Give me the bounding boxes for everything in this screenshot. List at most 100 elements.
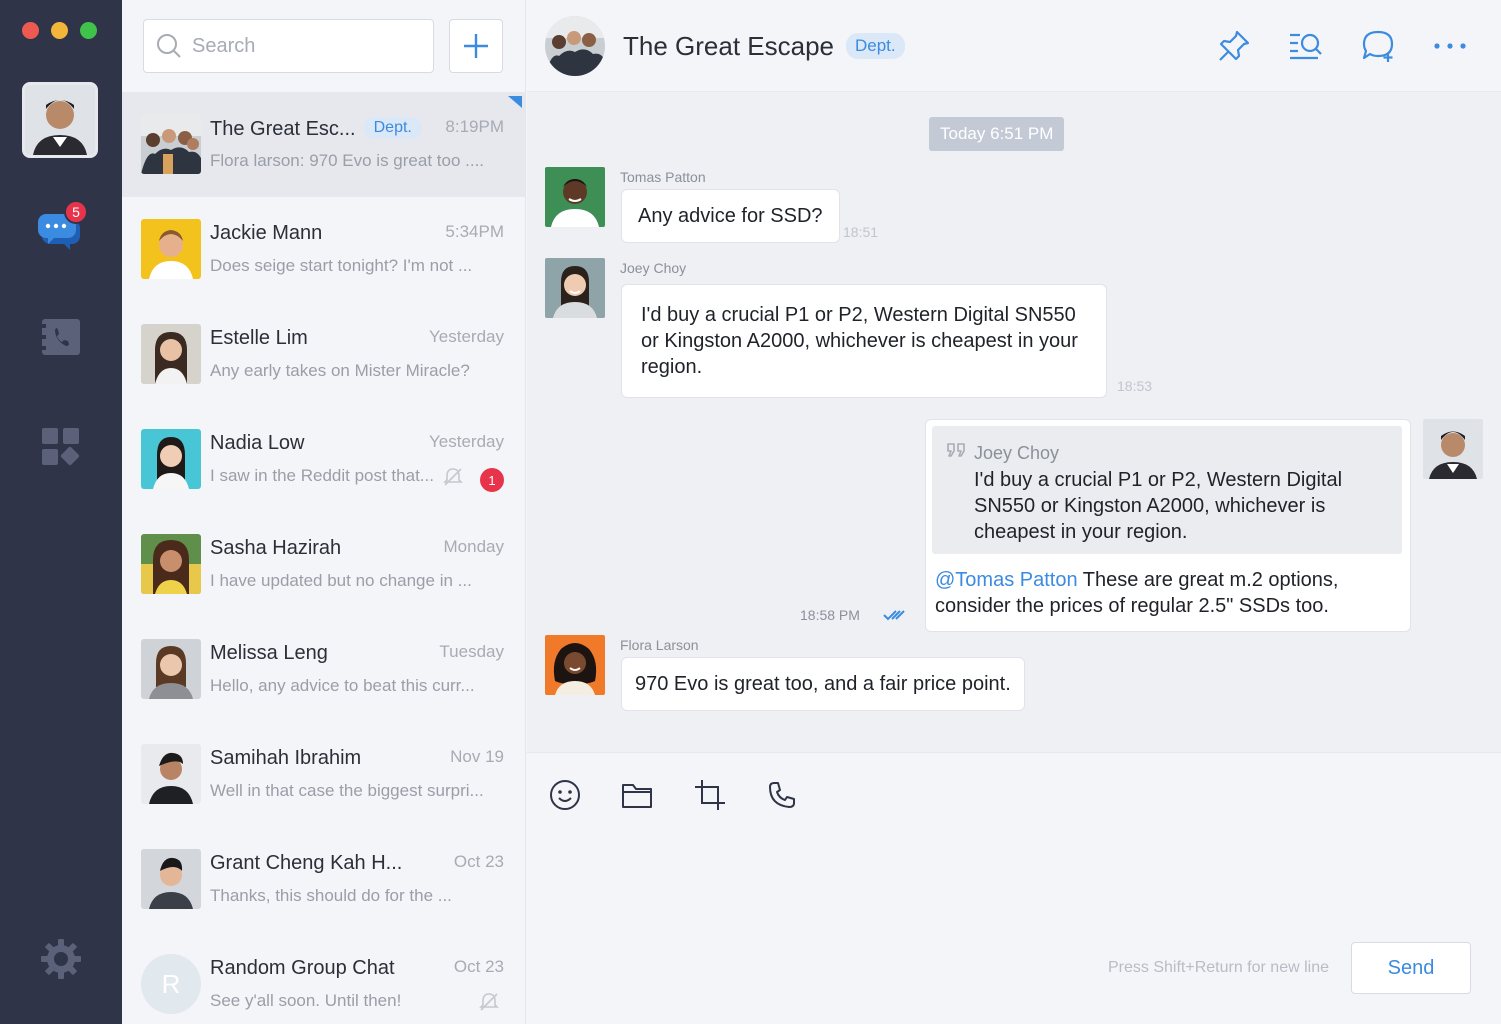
chat-preview: See y'all soon. Until then!: [210, 991, 402, 1010]
call-button[interactable]: [764, 777, 800, 813]
chat-list-item[interactable]: Melissa Leng Tuesday Hello, any advice t…: [122, 617, 525, 722]
search-box[interactable]: [143, 19, 434, 73]
add-comment-icon: [1362, 30, 1394, 62]
chat-list-item[interactable]: R Random Group Chat Oct 23 See y'all soo…: [122, 932, 525, 1024]
chat-list-item[interactable]: Estelle Lim Yesterday Any early takes on…: [122, 302, 525, 407]
chat-preview: Any early takes on Mister Miracle?: [210, 361, 470, 380]
contacts-nav-button[interactable]: [38, 314, 84, 360]
messages-badge: 5: [64, 200, 88, 224]
message-sender: Joey Choy: [620, 260, 687, 276]
chat-time: Tuesday: [439, 642, 504, 661]
sender-avatar[interactable]: [545, 635, 605, 695]
avatar: [141, 219, 201, 279]
avatar: [141, 534, 201, 594]
messages-nav-button[interactable]: 5: [36, 200, 88, 254]
maximize-window-button[interactable]: [80, 22, 97, 39]
chat-preview: Hello, any advice to beat this curr...: [210, 676, 475, 695]
chat-name: Samihah Ibrahim: [210, 747, 362, 769]
quoted-text: I'd buy a crucial P1 or P2, Western Digi…: [974, 469, 1343, 543]
chat-name: Melissa Leng: [210, 642, 328, 664]
group-avatar[interactable]: [545, 16, 605, 76]
chat-list-item[interactable]: Nadia Low Yesterday I saw in the Reddit …: [122, 407, 525, 512]
chat-list-item[interactable]: The Great Esc... Dept. 8:19PM Flora larso…: [122, 92, 525, 197]
own-avatar[interactable]: [1423, 419, 1483, 479]
chat-list-panel: The Great Esc...Dept. 8:19PM Flora larso…: [122, 0, 526, 1024]
sender-avatar[interactable]: [545, 258, 605, 318]
message-thread: Today 6:51 PM Tomas Patton Any advice fo…: [527, 92, 1501, 752]
chat-name: Nadia Low: [210, 432, 305, 454]
avatar: [141, 849, 201, 909]
chat-list-item[interactable]: Jackie Mann 5:34PM Does seige start toni…: [122, 197, 525, 302]
message-bubble[interactable]: Any advice for SSD?: [621, 189, 840, 243]
pin-button[interactable]: [1216, 28, 1252, 64]
chat-time: Yesterday: [429, 327, 504, 346]
chat-preview: Well in that case the biggest surpri...: [210, 781, 484, 800]
message-time: 18:53: [1117, 378, 1153, 394]
dept-tag: Dept.: [363, 117, 422, 139]
message-composer: Press Shift+Return for new line Send: [527, 752, 1501, 1024]
reply-message-bubble[interactable]: Joey Choy I'd buy a crucial P1 or P2, We…: [925, 419, 1411, 632]
message-time: 18:51: [843, 224, 879, 240]
message-time: 18:58 PM: [800, 607, 860, 623]
message-sender: Tomas Patton: [620, 169, 706, 185]
date-separator: Today 6:51 PM: [929, 117, 1065, 151]
settings-nav-button[interactable]: [38, 936, 84, 982]
message-bubble[interactable]: 970 Evo is great too, and a fair price p…: [621, 657, 1025, 711]
minimize-window-button[interactable]: [51, 22, 68, 39]
chat-time: Oct 23: [453, 852, 504, 871]
chat-list-item[interactable]: Grant Cheng Kah H... Oct 23 Thanks, this…: [122, 827, 525, 932]
crop-icon: [695, 780, 725, 810]
new-thread-button[interactable]: [1360, 28, 1396, 64]
folder-icon: [622, 784, 652, 808]
send-button[interactable]: Send: [1351, 942, 1471, 994]
avatar: [141, 324, 201, 384]
plus-icon: [464, 34, 488, 58]
conversation-panel: The Great Escape Dept. Today 6:51 PM Tom…: [527, 0, 1501, 1024]
gear-icon: [41, 939, 81, 979]
conversation-title: The Great Escape: [623, 31, 834, 61]
chat-preview: Thanks, this should do for the ...: [210, 886, 452, 905]
close-window-button[interactable]: [22, 22, 39, 39]
muted-bell-icon: [479, 993, 499, 1011]
apps-nav-button[interactable]: [38, 424, 84, 470]
chat-preview: Flora larson: 970 Evo is great too ....: [210, 151, 485, 170]
chat-name: Sasha Hazirah: [210, 537, 342, 559]
message-bubble[interactable]: I'd buy a crucial P1 or P2, Western Digi…: [621, 284, 1107, 398]
ellipsis-icon: [1434, 43, 1466, 49]
emoji-button[interactable]: [547, 777, 583, 813]
screenshot-button[interactable]: [692, 777, 728, 813]
initial-avatar: R: [141, 954, 201, 1014]
chat-list-item[interactable]: Sasha Hazirah Monday I have updated but …: [122, 512, 525, 617]
chat-list-item[interactable]: Samihah Ibrahim Nov 19 Well in that case…: [122, 722, 525, 827]
quote-icon: [947, 443, 965, 457]
chat-name: Grant Cheng Kah H...: [210, 852, 403, 874]
dept-tag: Dept.: [846, 33, 905, 59]
chat-name: Jackie Mann: [210, 222, 323, 244]
chat-time: Nov 19: [450, 747, 504, 766]
chat-time: Monday: [443, 537, 504, 556]
chat-time: Yesterday: [429, 432, 504, 451]
contacts-book-icon: [42, 319, 80, 355]
search-history-button[interactable]: [1288, 28, 1324, 64]
smiley-icon: [550, 780, 580, 810]
quoted-sender: Joey Choy: [974, 443, 1060, 463]
pin-icon: [1219, 30, 1250, 61]
sender-avatar[interactable]: [545, 167, 605, 227]
attach-file-button[interactable]: [619, 777, 655, 813]
search-input[interactable]: [192, 34, 412, 58]
pinned-corner-icon: [508, 96, 522, 108]
chat-time: 5:34PM: [445, 222, 504, 241]
chat-preview: I have updated but no change in ...: [210, 571, 472, 590]
quoted-message[interactable]: Joey Choy I'd buy a crucial P1 or P2, We…: [932, 426, 1402, 554]
search-icon: [157, 34, 181, 58]
user-avatar[interactable]: [22, 82, 98, 158]
new-chat-button[interactable]: [449, 19, 503, 73]
more-options-button[interactable]: [1432, 28, 1468, 64]
avatar: [141, 429, 201, 489]
message-sender: Flora Larson: [620, 637, 699, 653]
unread-badge: 1: [480, 468, 504, 492]
window-controls: [22, 22, 97, 39]
chat-time: 8:19PM: [445, 117, 504, 136]
mention-link[interactable]: @Tomas Patton: [935, 569, 1078, 591]
chat-preview: Does seige start tonight? I'm not ...: [210, 256, 473, 275]
